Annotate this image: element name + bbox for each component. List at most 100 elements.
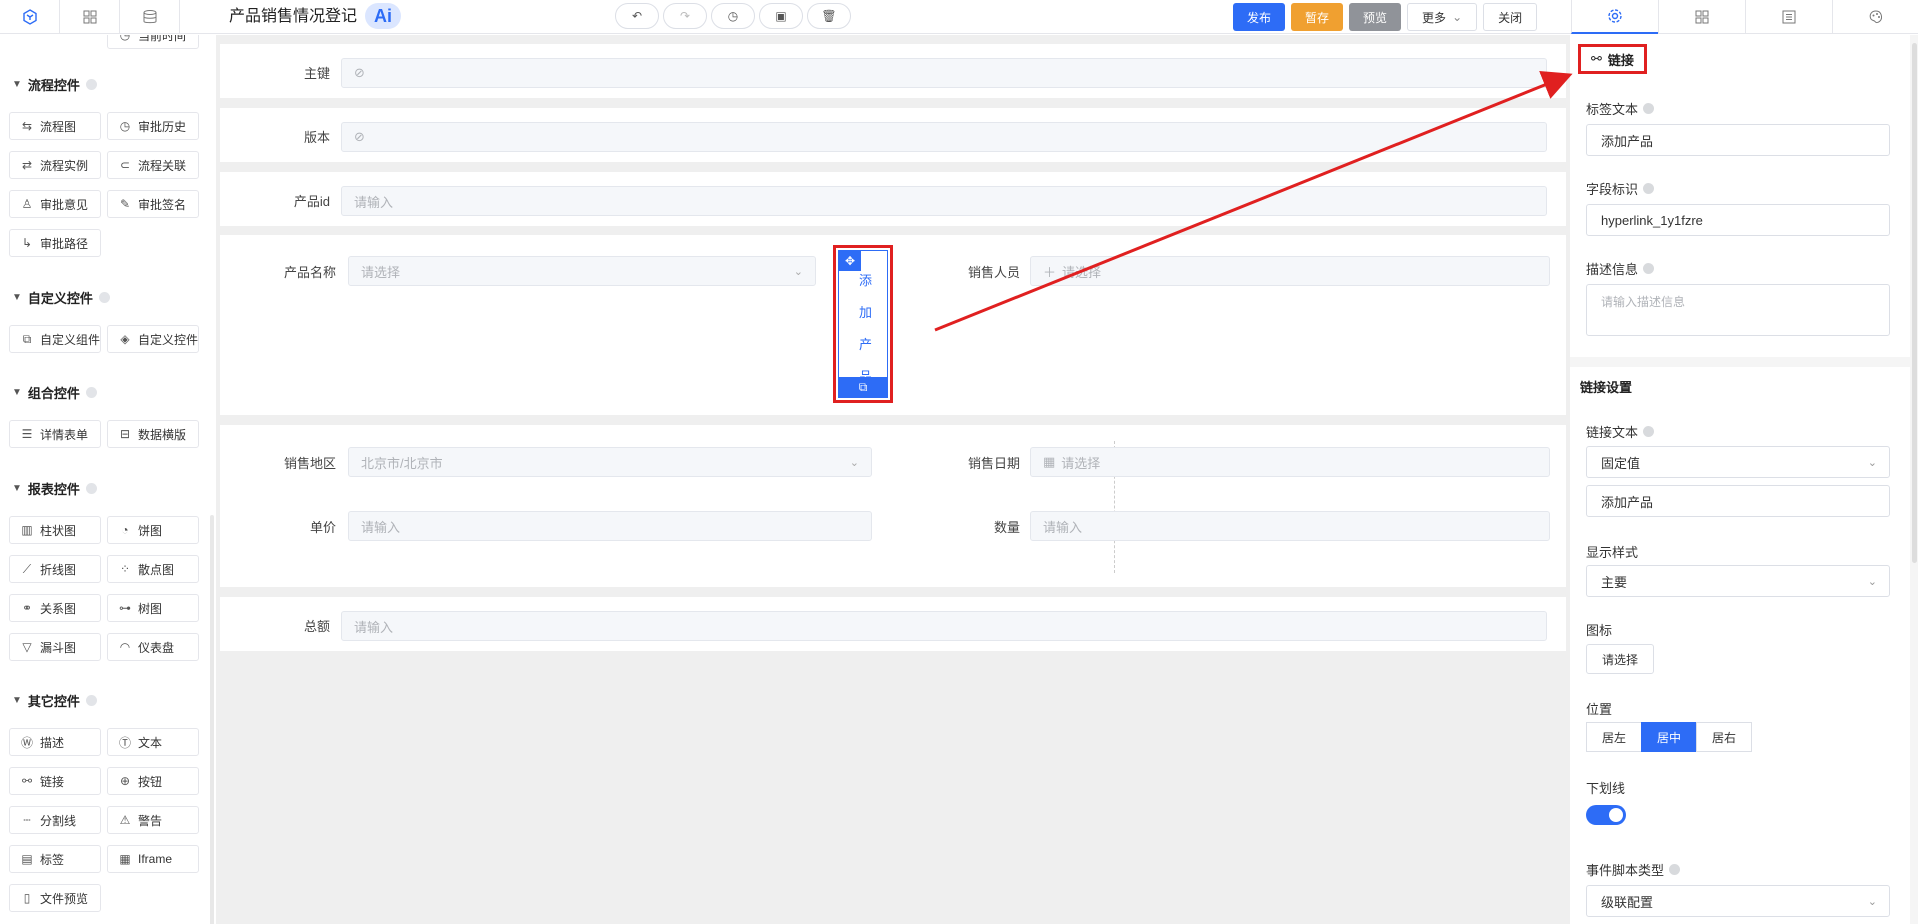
- iframe-icon: ▦: [119, 852, 131, 866]
- field-label: 单价: [309, 520, 336, 535]
- redo-icon[interactable]: ↷: [663, 3, 707, 29]
- component-relation-chart[interactable]: ⚭ 关系图: [9, 594, 101, 622]
- unit-price-input[interactable]: 请输入: [348, 511, 872, 541]
- field-id-input[interactable]: hyperlink_1y1fzre: [1586, 204, 1890, 236]
- grid-icon[interactable]: [1658, 0, 1745, 34]
- component-approval-opinion[interactable]: ♙ 审批意见: [9, 190, 101, 218]
- component-approval-history[interactable]: ◷ 审批历史: [107, 112, 199, 140]
- component-gauge[interactable]: ◠ 仪表盘: [107, 633, 199, 661]
- component-alert[interactable]: ⚠ 警告: [107, 806, 199, 834]
- component-detail-form[interactable]: ☰ 详情表单: [9, 420, 101, 448]
- move-icon[interactable]: ✥: [839, 251, 861, 271]
- field-label: 标签文本: [1586, 99, 1655, 118]
- label-text-input[interactable]: 添加产品: [1586, 124, 1890, 156]
- preview-button[interactable]: 预览: [1349, 3, 1402, 31]
- component-custom-component[interactable]: ⧉ 自定义组件: [9, 325, 101, 353]
- copy-icon[interactable]: ⧉: [839, 377, 887, 397]
- signature-icon: ✎: [119, 197, 131, 211]
- section-header[interactable]: ▼ 自定义控件: [12, 288, 110, 307]
- field-label: 下划线: [1586, 781, 1626, 796]
- component-label: 标签: [40, 852, 65, 867]
- sidebar-scrollbar[interactable]: [210, 515, 214, 924]
- link-icon: ⚯: [21, 774, 33, 788]
- component-icon[interactable]: [0, 0, 60, 34]
- form-row: 总额 请输入: [220, 597, 1566, 651]
- clipboard-icon[interactable]: ▣: [759, 3, 803, 29]
- quantity-input[interactable]: 请输入: [1030, 511, 1550, 541]
- section-header[interactable]: ▼ 报表控件: [12, 479, 97, 498]
- link-widget-text[interactable]: 添加产品: [859, 265, 872, 393]
- component-description[interactable]: Ⓦ 描述: [9, 728, 101, 756]
- link-text-input[interactable]: 添加产品: [1586, 485, 1890, 517]
- field-label: 主键: [303, 66, 330, 81]
- total-input[interactable]: 请输入: [341, 611, 1547, 641]
- description-textarea[interactable]: 请输入描述信息: [1586, 284, 1890, 336]
- help-icon: [85, 387, 97, 398]
- component-link[interactable]: ⚯ 链接: [9, 767, 101, 795]
- section-header[interactable]: ▼ 其它控件: [12, 691, 97, 710]
- component-tree-chart[interactable]: ⊶ 树图: [107, 594, 199, 622]
- component-custom-control[interactable]: ◈ 自定义控件: [107, 325, 199, 353]
- component-bar-chart[interactable]: ▥ 柱状图: [9, 516, 101, 544]
- component-file-preview[interactable]: ▯ 文件预览: [9, 884, 101, 912]
- help-icon: [1643, 183, 1655, 194]
- selected-link-widget[interactable]: 添加产品 ✥ ⧉: [833, 245, 893, 403]
- component-label: 文件预览: [40, 891, 89, 906]
- trash-icon[interactable]: 🗑: [807, 3, 851, 29]
- component-flowchart[interactable]: ⇆ 流程图: [9, 112, 101, 140]
- sale-date-picker[interactable]: ▦ 请选择: [1030, 447, 1550, 477]
- product-name-select[interactable]: 请选择 ⌄: [348, 256, 816, 286]
- position-left[interactable]: 居左: [1586, 722, 1642, 752]
- component-divider[interactable]: ┄ 分割线: [9, 806, 101, 834]
- history-toolbar: ↶ ↷ ◷ ▣ 🗑: [615, 3, 851, 29]
- database-icon[interactable]: [120, 0, 180, 34]
- display-style-select[interactable]: 主要 ⌄: [1586, 565, 1890, 597]
- component-tag[interactable]: ▤ 标签: [9, 845, 101, 873]
- component-flow-relation[interactable]: ⊂ 流程关联: [107, 151, 199, 179]
- more-button[interactable]: 更多 ⌄: [1407, 3, 1478, 31]
- component-button[interactable]: ⊕ 按钮: [107, 767, 199, 795]
- underline-switch[interactable]: [1586, 805, 1626, 825]
- form-icon[interactable]: [1745, 0, 1832, 34]
- history-icon: ◷: [119, 119, 131, 133]
- publish-button[interactable]: 发布: [1233, 3, 1286, 31]
- ai-button[interactable]: Ai: [365, 3, 401, 29]
- panel-scrollbar[interactable]: [1912, 43, 1917, 563]
- icon-select-button[interactable]: 请选择: [1586, 644, 1654, 674]
- salesperson-select[interactable]: ＋ 请选择: [1030, 256, 1550, 286]
- component-funnel-chart[interactable]: ▽ 漏斗图: [9, 633, 101, 661]
- palette-icon[interactable]: [1832, 0, 1918, 34]
- chevron-down-icon: ⌄: [793, 265, 803, 278]
- component-data-horizontal[interactable]: ⊟ 数据横版: [107, 420, 199, 448]
- component-label: 树图: [138, 601, 163, 616]
- pie-chart-icon: ◔: [121, 523, 129, 537]
- component-approval-path[interactable]: ↳ 审批路径: [9, 229, 101, 257]
- undo-icon[interactable]: ↶: [615, 3, 659, 29]
- draft-button[interactable]: 暂存: [1291, 3, 1344, 31]
- component-library: ◷ 当前时间 ▼ 流程控件 ⇆ 流程图 ◷ 审批历史 ⇄ 流程实例 ⊂ 流程关联 ♙ 审批意见…: [0, 35, 216, 924]
- product-id-input[interactable]: 请输入: [341, 186, 1547, 216]
- grid-icon[interactable]: [60, 0, 120, 34]
- position-right[interactable]: 居右: [1696, 722, 1752, 752]
- component-current-time[interactable]: ◷ 当前时间: [107, 35, 199, 49]
- region-cascader[interactable]: 北京市/北京市 ⌄: [348, 447, 872, 477]
- primary-key-field[interactable]: ⊘: [341, 58, 1547, 88]
- component-flow-instance[interactable]: ⇄ 流程实例: [9, 151, 101, 179]
- select-value: 固定值: [1601, 455, 1641, 471]
- component-text[interactable]: Ⓣ 文本: [107, 728, 199, 756]
- position-center[interactable]: 居中: [1641, 722, 1697, 752]
- section-header[interactable]: ▼ 组合控件: [12, 383, 97, 402]
- version-field[interactable]: ⊘: [341, 122, 1547, 152]
- close-button[interactable]: 关闭: [1483, 3, 1538, 31]
- component-iframe[interactable]: ▦ Iframe: [107, 845, 199, 873]
- select-placeholder: 请选择: [1062, 264, 1102, 280]
- section-header[interactable]: ▼ 流程控件: [12, 75, 97, 94]
- event-script-select[interactable]: 级联配置 ⌄: [1586, 885, 1890, 917]
- history-icon[interactable]: ◷: [711, 3, 755, 29]
- gear-icon[interactable]: [1571, 0, 1658, 34]
- link-text-mode-select[interactable]: 固定值 ⌄: [1586, 446, 1890, 478]
- component-pie-chart[interactable]: ◔ 饼图: [107, 516, 199, 544]
- component-scatter-chart[interactable]: ⁘ 散点图: [107, 555, 199, 583]
- component-line-chart[interactable]: ⟋ 折线图: [9, 555, 101, 583]
- component-approval-signature[interactable]: ✎ 审批签名: [107, 190, 199, 218]
